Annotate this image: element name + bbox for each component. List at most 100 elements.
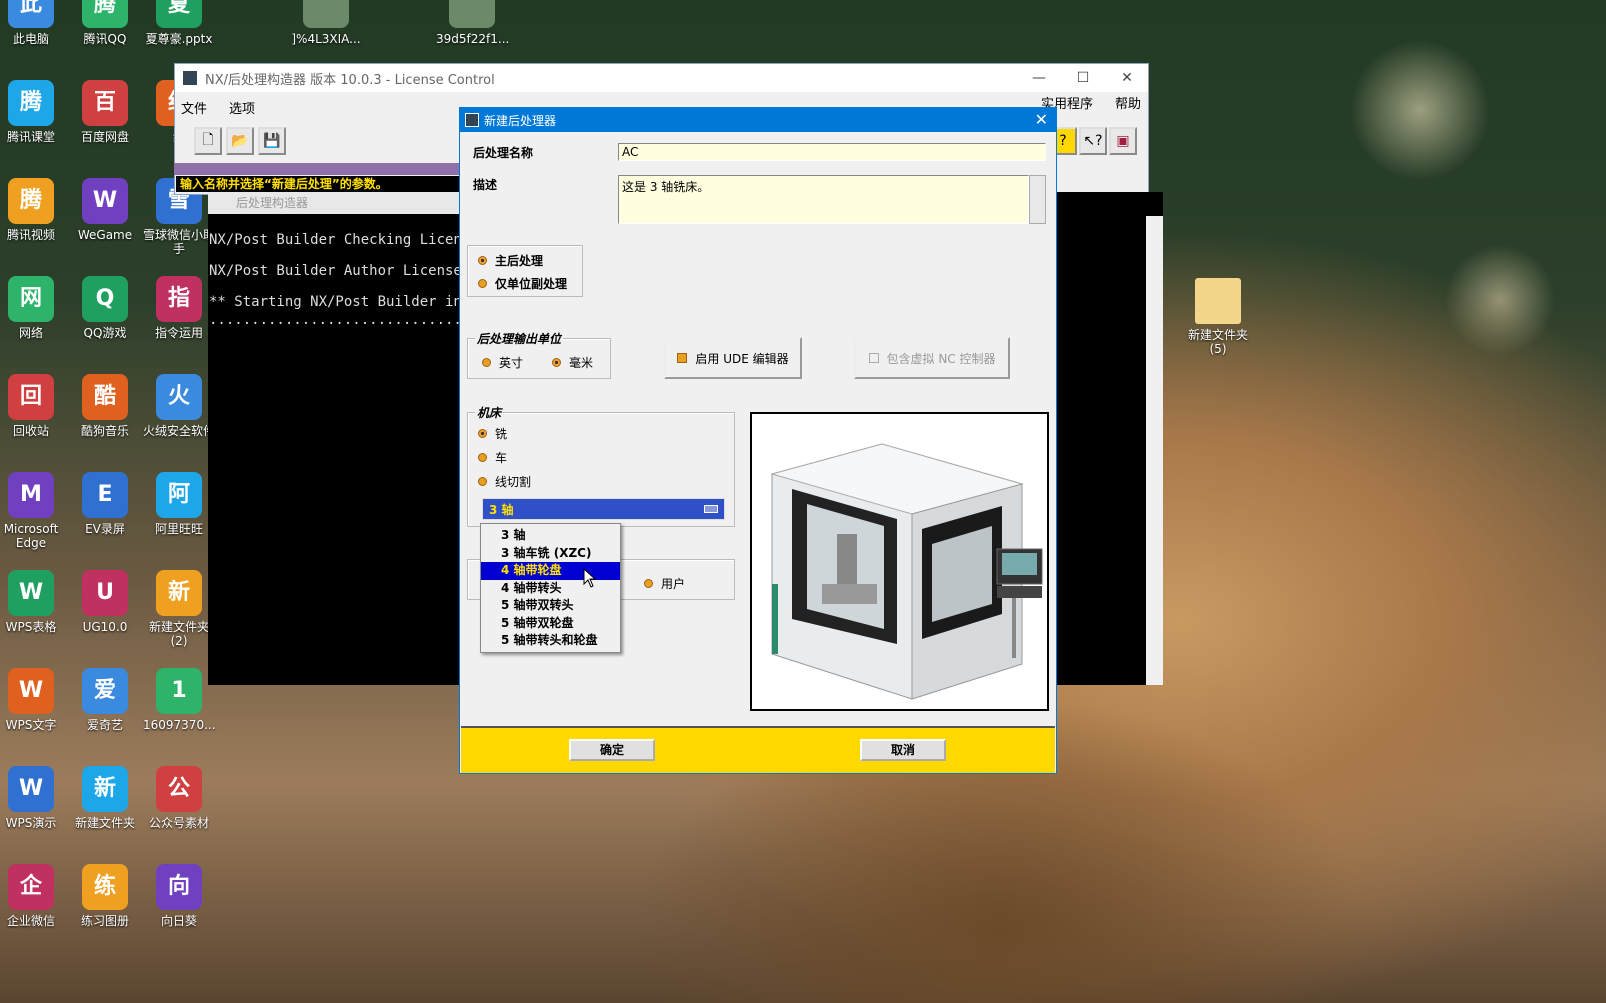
manual-button[interactable]: ▣ bbox=[1109, 127, 1137, 155]
desktop-icon[interactable]: W WPS演示 bbox=[0, 766, 67, 830]
desktop-icon-label: 酷狗音乐 bbox=[80, 424, 129, 438]
desktop-icon[interactable]: 练练习图册 bbox=[69, 864, 141, 928]
desktop-icon[interactable]: 百百度网盘 bbox=[69, 80, 141, 144]
dialog-title: 新建后处理器 bbox=[484, 113, 557, 128]
whats-this-button[interactable]: ↖? bbox=[1079, 127, 1107, 155]
desktop-icon-label: WPS表格 bbox=[5, 620, 57, 634]
desktop-icon-label: Microsoft Edge bbox=[3, 522, 59, 550]
app-icon: 阿 bbox=[156, 472, 202, 518]
unit-only-radio[interactable]: 仅单位副处理 bbox=[478, 275, 567, 292]
main-post-radio[interactable]: 主后处理 bbox=[478, 252, 543, 269]
console-line: NX/Post Builder Checking License bbox=[209, 232, 479, 248]
desktop-icon-label: 新建文件夹 bbox=[74, 816, 135, 830]
desktop-icon[interactable]: 网网络 bbox=[0, 276, 67, 340]
desktop-icon[interactable]: 公公众号素材 bbox=[143, 766, 215, 830]
axis-option[interactable]: 4 轴带转头 bbox=[481, 580, 620, 598]
desktop-icon[interactable]: 腾腾讯课堂 bbox=[0, 80, 67, 144]
desktop-icon[interactable]: E EV录屏 bbox=[69, 472, 141, 536]
desktop-icon-label: 阿里旺旺 bbox=[154, 522, 203, 536]
axis-option[interactable]: 3 轴车铣 (XZC) bbox=[481, 545, 620, 563]
new-file-icon: 🗋 bbox=[202, 132, 214, 148]
app-icon: 新 bbox=[156, 570, 202, 616]
open-file-button[interactable]: 📂 bbox=[226, 127, 254, 155]
maximize-button[interactable]: ☐ bbox=[1061, 64, 1105, 92]
help-icon: ? bbox=[1059, 133, 1067, 149]
save-file-button[interactable]: 💾 bbox=[258, 127, 286, 155]
mm-radio[interactable]: 毫米 bbox=[552, 354, 593, 371]
desktop-icon[interactable]: M Microsoft Edge bbox=[0, 472, 67, 550]
desktop-icon[interactable]: Q QQ游戏 bbox=[69, 276, 141, 340]
radio-icon bbox=[478, 279, 487, 288]
desktop-icon[interactable]: 阿阿里旺旺 bbox=[143, 472, 215, 536]
minimize-button[interactable]: — bbox=[1017, 64, 1061, 92]
axis-option[interactable]: 5 轴带双轮盘 bbox=[481, 615, 620, 633]
desktop-icon[interactable]: 新新建文件夹 bbox=[69, 766, 141, 830]
new-file-button[interactable]: 🗋 bbox=[194, 127, 222, 155]
desktop-icon-label: 向日葵 bbox=[160, 914, 197, 928]
lathe-radio[interactable]: 车 bbox=[478, 449, 507, 466]
desktop-icon-label: 练习图册 bbox=[80, 914, 129, 928]
description-input[interactable]: 这是 3 轴铣床。 bbox=[618, 175, 1029, 224]
desktop-icon[interactable]: 夏夏尊豪.pptx bbox=[143, 0, 215, 46]
desktop-icon[interactable]: ]%4L3XIA... bbox=[290, 0, 362, 46]
desktop-icon[interactable]: 此此电脑 bbox=[0, 0, 67, 46]
app-icon: W bbox=[8, 668, 54, 714]
dialog-close-button[interactable]: ✕ bbox=[1035, 110, 1048, 129]
axis-option[interactable]: 3 轴 bbox=[481, 527, 620, 545]
user-radio[interactable]: 用户 bbox=[644, 575, 685, 592]
console-scrollbar[interactable] bbox=[1146, 216, 1163, 685]
desktop-icon-label: 百度网盘 bbox=[80, 130, 129, 144]
app-icon: W bbox=[82, 178, 128, 224]
desktop-icon[interactable]: 酷酷狗音乐 bbox=[69, 374, 141, 438]
radio-icon bbox=[482, 358, 491, 367]
axis-option[interactable]: 5 轴带转头和轮盘 bbox=[481, 632, 620, 650]
close-button[interactable]: ✕ bbox=[1105, 64, 1149, 92]
app-icon: 网 bbox=[8, 276, 54, 322]
description-scrollbar[interactable] bbox=[1029, 175, 1046, 224]
app-icon: 新 bbox=[82, 766, 128, 812]
mill-radio[interactable]: 铣 bbox=[478, 425, 507, 442]
desktop-icon[interactable]: 39d5f22f1... bbox=[436, 0, 509, 46]
menu-help[interactable]: 帮助 bbox=[1115, 93, 1141, 112]
ude-editor-checkbox[interactable]: 启用 UDE 编辑器 bbox=[664, 337, 802, 379]
desktop-icon[interactable]: 爱爱奇艺 bbox=[69, 668, 141, 732]
desktop-icon[interactable]: W WeGame bbox=[69, 178, 141, 242]
wire-edm-radio[interactable]: 线切割 bbox=[478, 473, 531, 490]
axis-option[interactable]: 4 轴带轮盘 bbox=[481, 562, 620, 580]
folder-icon bbox=[1195, 278, 1241, 324]
axis-dropdown[interactable]: 3 轴 bbox=[482, 498, 725, 520]
desktop-icon[interactable]: 新新建文件夹 (2) bbox=[143, 570, 215, 648]
desktop-icon[interactable]: 腾腾讯QQ bbox=[69, 0, 141, 46]
desktop-icon-label: WPS演示 bbox=[5, 816, 57, 830]
desktop-icon-label: EV录屏 bbox=[85, 522, 125, 536]
desktop-icon-label: UG10.0 bbox=[82, 620, 128, 634]
ok-button[interactable]: 确定 bbox=[569, 739, 655, 761]
desktop-icon-label: 夏尊豪.pptx bbox=[145, 32, 213, 46]
desktop-icon[interactable]: W WPS表格 bbox=[0, 570, 67, 634]
desktop-icon[interactable]: 回回收站 bbox=[0, 374, 67, 438]
app-icon: 回 bbox=[8, 374, 54, 420]
cancel-button[interactable]: 取消 bbox=[860, 739, 946, 761]
desktop-icon[interactable]: 指指令运用 bbox=[143, 276, 215, 340]
app-icon: 火 bbox=[156, 374, 202, 420]
desktop-icon[interactable]: 向向日葵 bbox=[143, 864, 215, 928]
dropdown-arrow-icon bbox=[704, 505, 718, 513]
menu-file[interactable]: 文件 bbox=[181, 98, 207, 117]
desktop-icon[interactable]: U UG10.0 bbox=[69, 570, 141, 634]
inch-radio[interactable]: 英寸 bbox=[482, 354, 523, 371]
desktop-icon[interactable]: 1 16097370... bbox=[143, 668, 216, 732]
desktop-icon[interactable]: W WPS文字 bbox=[0, 668, 67, 732]
radio-selected-icon bbox=[478, 256, 487, 265]
desktop-icon[interactable]: 企企业微信 bbox=[0, 864, 67, 928]
app-icon: 1 bbox=[156, 668, 202, 714]
desktop-icon-label: 腾讯视频 bbox=[6, 228, 55, 242]
mill-label: 铣 bbox=[495, 427, 508, 441]
axis-option[interactable]: 5 轴带双转头 bbox=[481, 597, 620, 615]
menu-options[interactable]: 选项 bbox=[229, 98, 255, 117]
desktop-icon-label: 指令运用 bbox=[154, 326, 203, 340]
desktop-icon[interactable]: 腾腾讯视频 bbox=[0, 178, 67, 242]
desktop-icon[interactable]: 火火绒安全软件 bbox=[143, 374, 215, 438]
axis-dropdown-list: 3 轴3 轴车铣 (XZC) 4 轴带轮盘 4 轴带转头 5 轴带双转头 5 轴带双轮盘… bbox=[480, 523, 621, 653]
desktop-folder-5[interactable]: 新建文件夹 (5) bbox=[1182, 278, 1254, 356]
post-name-input[interactable]: AC bbox=[618, 143, 1046, 161]
